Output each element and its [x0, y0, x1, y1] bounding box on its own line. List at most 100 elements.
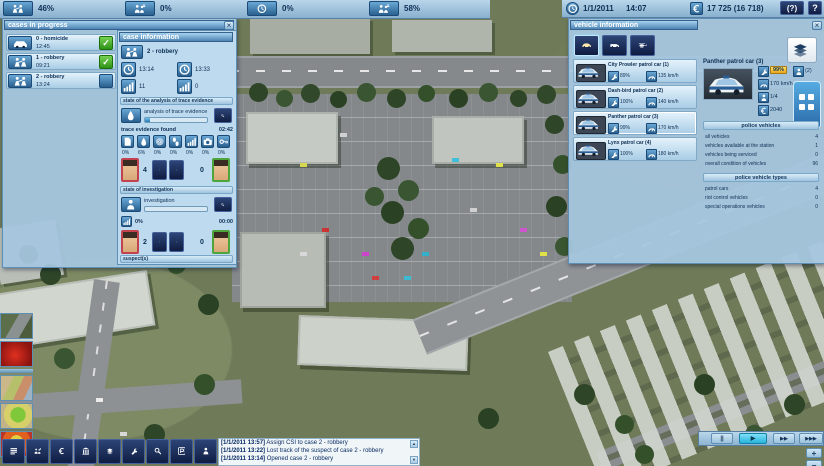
vehicle-row[interactable]: Dash-bird patrol car (2) 100% 140 km/h	[573, 85, 697, 109]
case-info-title: case information	[119, 32, 233, 42]
case-solved-icon: ✓	[99, 55, 113, 69]
layer-divider	[0, 369, 33, 373]
wrench-icon	[130, 442, 138, 460]
map-layer-green-heatmap-button[interactable]	[0, 403, 33, 429]
top-status-toolbar: 46% 0% 0% 58%	[0, 0, 490, 19]
detective-icon	[121, 197, 141, 212]
response-time-value: 0%	[282, 4, 294, 13]
vehicle-row-selected[interactable]: Panther patrol car (3) 99% 170 km/h	[573, 111, 697, 135]
clock-icon	[177, 62, 192, 77]
tab-helicopters[interactable]	[630, 35, 655, 56]
case-time: 09:21	[36, 63, 50, 69]
map-layer-crime-heatmap-button[interactable]	[0, 341, 33, 367]
vehicle-name: Panther patrol car (3)	[608, 114, 659, 120]
satisfaction-value: 58%	[404, 4, 421, 13]
analysis-magnifier-button[interactable]	[214, 108, 232, 123]
case-row[interactable]: 1 - robbery 09:21 ✓	[6, 53, 116, 70]
suspects-section-header: suspect(s)	[120, 255, 233, 263]
zoom-out-button[interactable]: −	[806, 460, 822, 466]
reports-button[interactable]	[98, 439, 121, 464]
case-row[interactable]: 2 - robbery 13:24	[6, 72, 116, 89]
menu-button[interactable]: (?)	[780, 1, 804, 15]
person-chart-icon	[133, 4, 147, 13]
assign-left-arrow-button[interactable]	[152, 160, 167, 180]
log-timestamp: [1/1/2011 13:14]	[221, 456, 266, 462]
vehicle-condition: 100%	[620, 151, 633, 157]
csi-icon	[121, 108, 141, 123]
type-stat-label: riot control vehicles	[705, 195, 748, 201]
play-button[interactable]: ▶	[739, 433, 767, 444]
clock-icon	[121, 62, 136, 77]
bar-chart-icon	[177, 79, 192, 94]
vehicle-row[interactable]: City Prowler patrol car (1) 89% 135 km/h	[573, 59, 697, 83]
detective-count-right: 0	[200, 239, 204, 246]
log-scroll-down-button[interactable]: ▼	[410, 456, 418, 464]
investigation-time: 00:00	[218, 219, 233, 225]
vehicle-panel-title: vehicle information	[570, 20, 698, 30]
case-label: 1 - robbery	[36, 55, 65, 61]
clock-icon	[255, 4, 269, 13]
cases-button[interactable]	[146, 439, 169, 464]
detail-vehicle-name: Panther patrol car (3)	[703, 59, 764, 65]
investigation-magnifier-button[interactable]	[214, 197, 232, 212]
log-scroll-up-button[interactable]: ▲	[410, 440, 418, 448]
evidence-fingerprint-icon	[153, 135, 166, 148]
fastest-forward-button[interactable]: ▶▶▶	[799, 433, 823, 444]
zoom-in-button[interactable]: +	[806, 448, 822, 458]
help-button[interactable]: ?	[808, 1, 822, 15]
homicide-icon	[8, 36, 32, 50]
map-layer-districts-button[interactable]	[0, 375, 33, 401]
detective-right-arrow-button[interactable]	[169, 232, 184, 252]
evidence-blood-icon	[137, 135, 150, 148]
vehicle-condition: 99%	[620, 125, 631, 131]
finances-button[interactable]	[50, 439, 73, 464]
robbery-icon	[8, 74, 32, 88]
satisfaction-icon-button[interactable]	[369, 1, 399, 16]
pause-button[interactable]: ||	[711, 433, 733, 444]
euro-icon	[58, 442, 66, 460]
map-layer-photo-button[interactable]	[0, 313, 33, 339]
log-timestamp: [1/1/2011 13:22]	[221, 448, 266, 454]
detail-price: 2040	[770, 107, 783, 113]
fleet-stat-value: 96	[812, 161, 818, 167]
map-building	[240, 232, 326, 308]
arrow-left-icon	[159, 235, 160, 249]
trace-section-header: state of the analysis of trace evidence	[120, 97, 233, 105]
vehicle-speed: 135 km/h	[658, 73, 679, 79]
crime-rate-icon-button[interactable]	[3, 1, 33, 16]
detail-crew: (2)	[805, 68, 812, 74]
detective-left-arrow-button[interactable]	[152, 232, 167, 252]
case-opened-count: 11	[139, 84, 146, 90]
speed-icon	[646, 149, 657, 160]
equipment-button[interactable]	[122, 439, 145, 464]
personnel-button[interactable]	[194, 439, 217, 464]
wrench-icon	[608, 71, 619, 82]
city-hall-button[interactable]	[74, 439, 97, 464]
assign-right-arrow-button[interactable]	[169, 160, 184, 180]
case-row[interactable]: 0 - homicide 12:45 ✓	[6, 34, 116, 51]
equipment-slot	[799, 104, 805, 110]
station-button[interactable]	[787, 37, 817, 63]
city-overview-button[interactable]	[2, 439, 25, 464]
population-stats-icon	[34, 442, 42, 460]
investigate-icon-button[interactable]	[99, 74, 113, 88]
investigation-section-header: state of investigation	[120, 186, 233, 194]
case-label: 0 - homicide	[36, 36, 69, 42]
person-icon	[202, 442, 210, 460]
vehicle-row[interactable]: Lynx patrol car (4) 100% 180 km/h	[573, 137, 697, 161]
close-icon[interactable]: ×	[224, 21, 234, 30]
police-car-thumb	[576, 90, 606, 108]
unemployment-icon-button[interactable]	[125, 1, 155, 16]
evidence-percent: 0%	[218, 150, 226, 156]
top-right-bar: 1/1/2011 14:07 17 725 (16 718) (?) ?	[562, 0, 824, 18]
close-icon[interactable]: ×	[812, 21, 822, 30]
vehicles-button[interactable]	[170, 439, 193, 464]
detail-condition: 99%	[770, 66, 788, 74]
fleet-stat-value: 4	[815, 134, 818, 140]
fast-forward-button[interactable]: ▶▶	[773, 433, 795, 444]
tab-patrol-cars[interactable]	[574, 35, 599, 56]
trace-found-label: trace evidence found	[121, 127, 177, 133]
tab-riot-vehicles[interactable]	[602, 35, 627, 56]
statistics-button[interactable]	[26, 439, 49, 464]
response-time-icon-button[interactable]	[247, 1, 277, 16]
